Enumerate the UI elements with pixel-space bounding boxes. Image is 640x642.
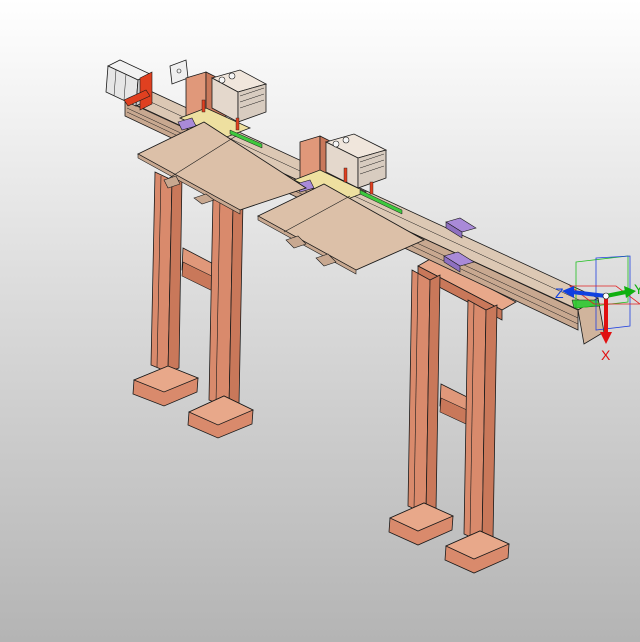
left-stand-front-leg xyxy=(208,195,244,409)
triad-x-label: X xyxy=(601,347,611,363)
right-stand-back-leg xyxy=(407,269,441,515)
cad-model-view[interactable]: X Y Z xyxy=(0,0,640,642)
servo-motor[interactable] xyxy=(105,59,153,111)
right-stand-back-foot xyxy=(388,502,454,546)
left-stand-front-foot xyxy=(187,395,254,439)
triad-x-arrow-icon xyxy=(600,332,612,344)
triad-y-label: Y xyxy=(634,281,640,297)
right-stand-front-leg xyxy=(463,299,498,543)
right-support-stand[interactable] xyxy=(388,257,517,574)
left-stand-back-leg xyxy=(150,171,183,373)
cad-viewport[interactable]: X Y Z xyxy=(0,0,640,642)
triad-origin xyxy=(602,292,610,300)
right-stand-front-foot xyxy=(444,530,510,574)
left-support-stand[interactable] xyxy=(132,171,254,439)
triad-z-label: Z xyxy=(555,285,564,301)
motor-mount-bracket xyxy=(169,59,189,85)
left-stand-back-foot xyxy=(132,365,200,407)
tray-plate-right[interactable] xyxy=(257,183,426,275)
